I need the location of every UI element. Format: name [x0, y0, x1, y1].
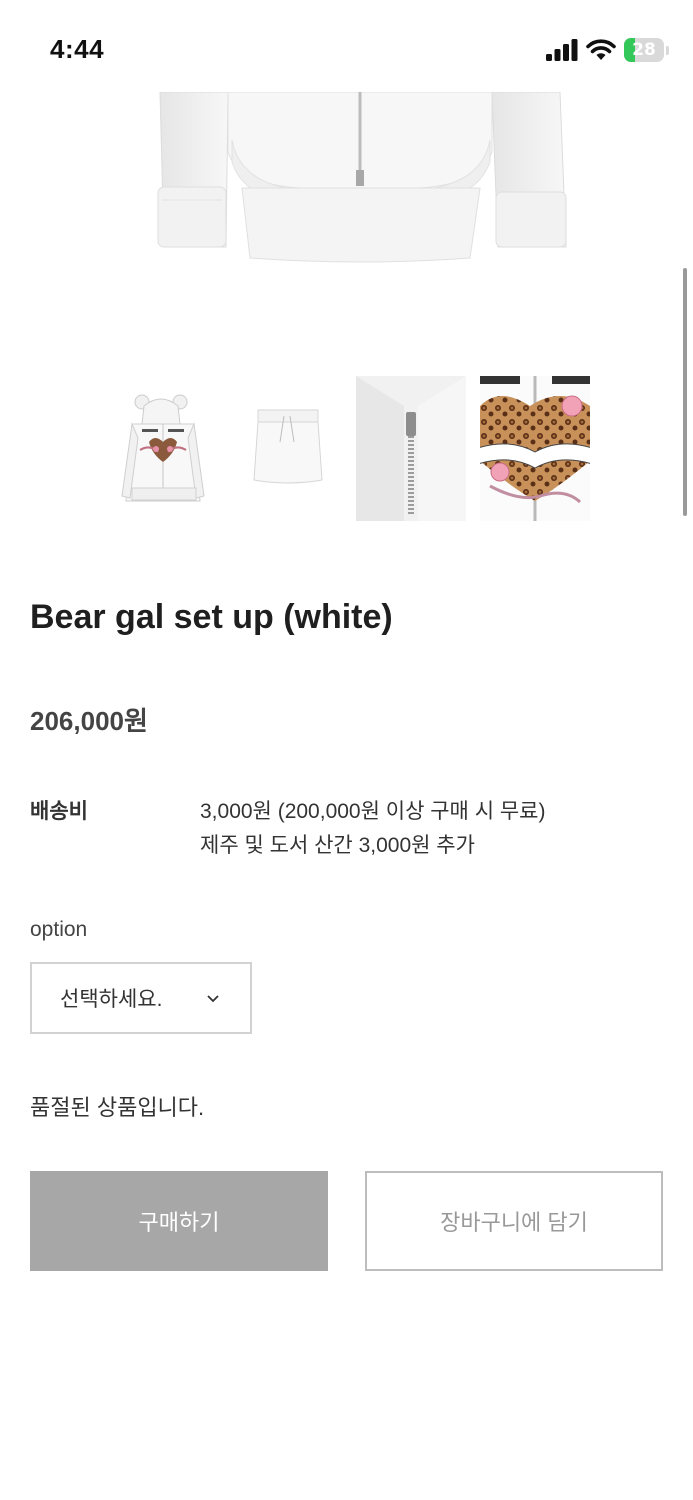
- thumbnail-zipper-detail[interactable]: [356, 376, 466, 521]
- hoodie-image-icon: [157, 91, 567, 263]
- add-to-cart-button[interactable]: 장바구니에 담기: [365, 1171, 663, 1271]
- soldout-message: 품절된 상품입니다.: [30, 1095, 205, 1120]
- product-title: Bear gal set up (white): [30, 598, 393, 636]
- thumbnail-gallery: [108, 376, 590, 521]
- thumbnail-print-detail[interactable]: [480, 376, 590, 521]
- wifi-icon: [586, 39, 616, 60]
- option-select[interactable]: 선택하세요.: [30, 962, 252, 1034]
- skirt-thumbnail-icon: [253, 409, 323, 484]
- thumbnail-skirt[interactable]: [232, 376, 342, 521]
- shipping-extra-text: 제주 및 도서 산간 3,000원 추가: [200, 834, 475, 857]
- shipping-info: 3,000원 (200,000원 이상 구매 시 무료) 제주 및 도서 산간 …: [200, 795, 546, 863]
- zipper-detail-thumbnail-icon: [356, 376, 466, 521]
- shipping-fee-text: 3,000원 (200,000원 이상 구매 시 무료): [200, 800, 546, 823]
- status-bar: 4:44 28: [0, 0, 693, 92]
- option-label: option: [30, 918, 88, 941]
- chevron-down-icon: [207, 995, 219, 1003]
- status-time: 4:44: [50, 34, 105, 64]
- product-main-image[interactable]: [120, 91, 580, 292]
- option-selected-value: 선택하세요.: [60, 988, 163, 1011]
- buy-button[interactable]: 구매하기: [30, 1171, 328, 1271]
- hoodie-front-thumbnail-icon: [121, 394, 205, 502]
- battery-level: 28: [632, 40, 656, 60]
- thumbnail-hoodie-front[interactable]: [108, 376, 218, 521]
- shipping-label: 배송비: [30, 800, 88, 823]
- battery-icon: 28: [624, 38, 664, 62]
- scrollbar[interactable]: [683, 268, 687, 516]
- cellular-signal-icon: [546, 39, 578, 61]
- status-icons: 28: [546, 38, 669, 62]
- heart-print-detail-thumbnail-icon: [480, 376, 590, 521]
- product-price: 206,000원: [30, 706, 148, 736]
